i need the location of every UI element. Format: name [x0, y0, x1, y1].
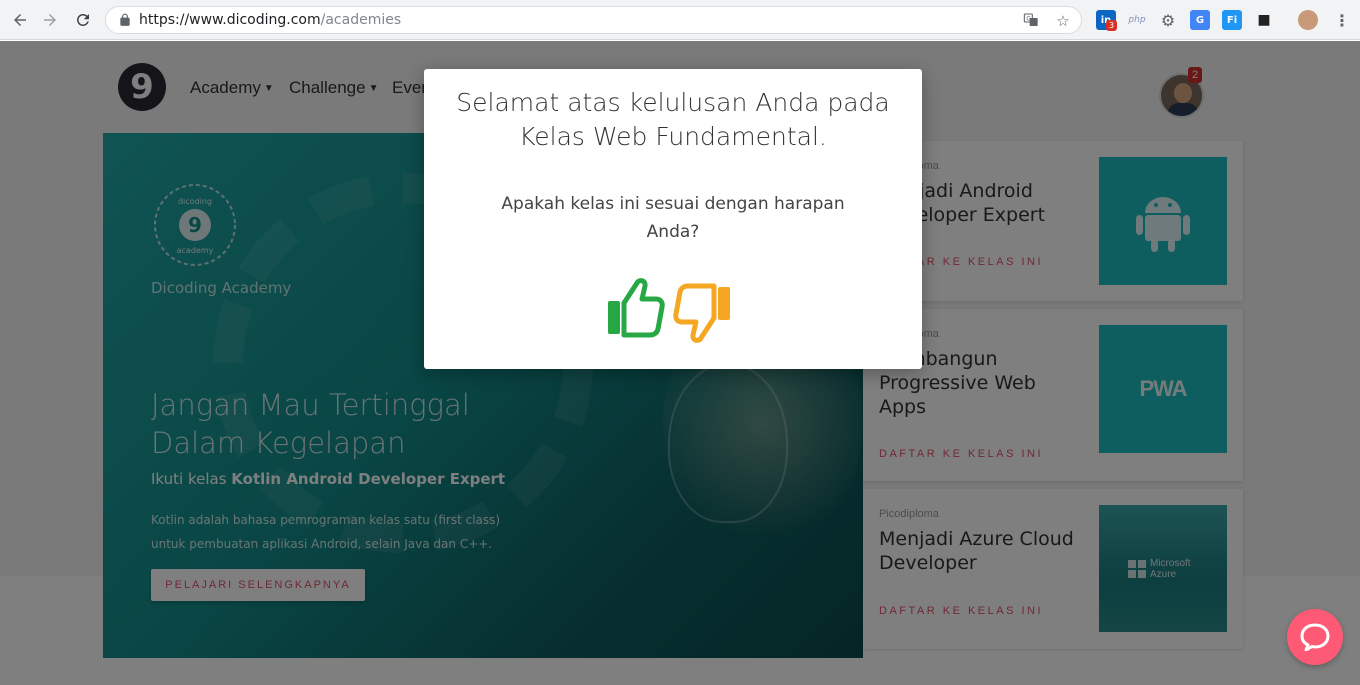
thumbs-down-icon [673, 283, 730, 343]
address-bar[interactable]: https://www.dicoding.com/academies G ☆ [105, 6, 1082, 34]
profile-avatar-icon[interactable] [1298, 10, 1318, 30]
translate-icon[interactable]: G [1022, 12, 1040, 30]
feedback-modal: Selamat atas kelulusan Anda pada Kelas W… [424, 69, 922, 369]
chat-bubble-icon [1300, 623, 1330, 651]
forward-button[interactable] [38, 8, 62, 32]
reload-button[interactable] [71, 8, 95, 32]
php-extension-icon[interactable]: php [1127, 10, 1147, 30]
modal-title: Selamat atas kelulusan Anda pada Kelas W… [456, 88, 890, 151]
menu-kebab-icon[interactable]: ⋮ [1332, 10, 1352, 30]
arrow-right-icon [44, 14, 56, 26]
thumbs-up-icon [608, 278, 665, 338]
fi-extension-icon[interactable]: Fi [1222, 10, 1242, 30]
thumbs-up-button[interactable] [605, 275, 665, 339]
bookmark-star-icon[interactable]: ☆ [1054, 12, 1072, 30]
url-text: https://www.dicoding.com/academies [139, 12, 402, 28]
chat-button[interactable] [1287, 609, 1343, 665]
thumbs-down-button[interactable] [673, 282, 733, 346]
arrow-left-icon [14, 14, 26, 26]
modal-question: Apakah kelas ini sesuai dengan harapan A… [501, 194, 845, 242]
browser-toolbar: https://www.dicoding.com/academies G ☆ i… [0, 0, 1360, 40]
back-button[interactable] [8, 8, 32, 32]
cube-extension-icon[interactable]: ■ [1254, 10, 1274, 30]
extension-badge: 3 [1106, 20, 1118, 31]
gear-extension-icon[interactable]: ⚙ [1158, 10, 1178, 30]
google-translate-extension-icon[interactable]: G [1190, 10, 1210, 30]
reload-icon [77, 13, 89, 26]
svg-text:G: G [1026, 16, 1031, 23]
lock-icon [120, 13, 130, 26]
